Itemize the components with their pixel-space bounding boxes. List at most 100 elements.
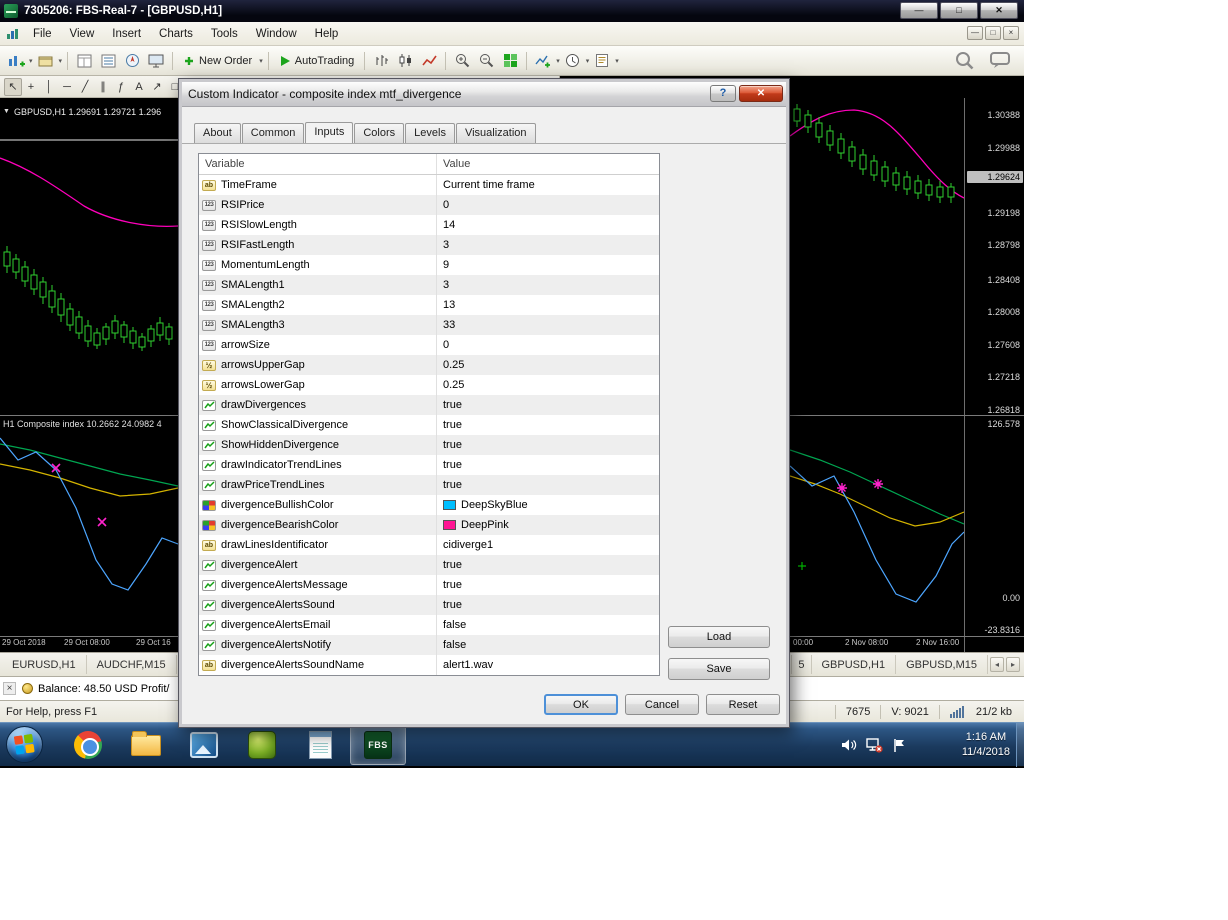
taskbar-chrome-button[interactable]: [60, 725, 116, 765]
ok-button[interactable]: OK: [544, 694, 618, 715]
column-value[interactable]: Value: [436, 154, 659, 174]
param-value-cell[interactable]: true: [436, 415, 659, 435]
load-button[interactable]: Load: [668, 626, 770, 648]
vertical-line-tool[interactable]: │: [40, 78, 58, 96]
periods-button[interactable]: [561, 49, 585, 73]
indicators-button[interactable]: [531, 49, 555, 73]
close-button[interactable]: ✕: [980, 2, 1018, 19]
zoom-out-button[interactable]: [474, 49, 498, 73]
param-row-arrowsuppergap[interactable]: ½ arrowsUpperGap 0.25: [199, 355, 659, 375]
param-row-divergencealertssoundname[interactable]: ab divergenceAlertsSoundName alert1.wav: [199, 655, 659, 675]
market-watch-button[interactable]: [72, 49, 96, 73]
param-row-divergencebearishcolor[interactable]: divergenceBearishColor DeepPink: [199, 515, 659, 535]
param-row-divergencealertsemail[interactable]: divergenceAlertsEmail false: [199, 615, 659, 635]
show-desktop-button[interactable]: [1016, 723, 1024, 767]
param-row-showclassicaldivergence[interactable]: ShowClassicalDivergence true: [199, 415, 659, 435]
indicators-caret[interactable]: ▾: [555, 57, 561, 65]
horizontal-line-tool[interactable]: ─: [58, 78, 76, 96]
templates-button[interactable]: [590, 49, 614, 73]
chart-tab-gbpusd-m15[interactable]: GBPUSD,M15: [896, 655, 988, 674]
menu-view[interactable]: View: [61, 25, 104, 43]
tile-windows-button[interactable]: [498, 49, 522, 73]
tabs-scroll-right-button[interactable]: ▸: [1006, 657, 1020, 672]
param-row-drawdivergences[interactable]: drawDivergences true: [199, 395, 659, 415]
channel-tool[interactable]: ∥: [94, 78, 112, 96]
param-value-cell[interactable]: false: [436, 635, 659, 655]
tab-about[interactable]: About: [194, 123, 241, 143]
profiles-caret[interactable]: ▾: [58, 57, 64, 65]
taskbar-fbs-button[interactable]: FBS: [350, 725, 406, 765]
tab-inputs[interactable]: Inputs: [305, 122, 354, 143]
param-value-cell[interactable]: alert1.wav: [436, 655, 659, 675]
child-close-button[interactable]: ×: [1003, 26, 1019, 40]
param-value-cell[interactable]: 0: [436, 195, 659, 215]
taskbar-green-app-button[interactable]: [234, 725, 290, 765]
param-value-cell[interactable]: 3: [436, 275, 659, 295]
tab-visualization[interactable]: Visualization: [455, 123, 536, 143]
chart-tab-partial[interactable]: 5: [791, 655, 812, 674]
menu-file[interactable]: File: [24, 25, 61, 43]
dialog-close-button[interactable]: ✕: [739, 85, 783, 102]
bar-chart-button[interactable]: [369, 49, 393, 73]
fibonacci-tool[interactable]: ƒ: [112, 78, 130, 96]
tab-levels[interactable]: Levels: [405, 123, 455, 143]
main-chart-right[interactable]: [790, 98, 964, 652]
cursor-tool[interactable]: ↖: [4, 77, 22, 96]
param-row-momentumlength[interactable]: 123 MomentumLength 9: [199, 255, 659, 275]
param-row-smalength3[interactable]: 123 SMALength3 33: [199, 315, 659, 335]
param-row-divergencealertsmessage[interactable]: divergenceAlertsMessage true: [199, 575, 659, 595]
new-order-caret[interactable]: ▾: [258, 57, 264, 65]
network-icon[interactable]: [866, 737, 883, 753]
maximize-button[interactable]: □: [940, 2, 978, 19]
candlestick-chart-button[interactable]: [393, 49, 417, 73]
one-click-trading-arrow[interactable]: ▼: [3, 108, 10, 115]
param-value-cell[interactable]: true: [436, 395, 659, 415]
action-center-flag-icon[interactable]: [892, 738, 906, 753]
new-chart-caret[interactable]: ▾: [28, 57, 34, 65]
param-row-timeframe[interactable]: ab TimeFrame Current time frame: [199, 175, 659, 195]
line-chart-button[interactable]: [417, 49, 441, 73]
new-chart-button[interactable]: [4, 49, 28, 73]
price-scale[interactable]: 1.30388 1.29988 1.29624 1.29198 1.28798 1.284…: [964, 98, 1024, 652]
dialog-help-button[interactable]: ?: [710, 85, 736, 102]
param-value-cell[interactable]: 0.25: [436, 375, 659, 395]
crosshair-tool[interactable]: +: [22, 78, 40, 96]
param-value-cell[interactable]: 3: [436, 235, 659, 255]
taskbar-explorer-button[interactable]: [118, 725, 174, 765]
param-value-cell[interactable]: 0: [436, 335, 659, 355]
param-value-cell[interactable]: 13: [436, 295, 659, 315]
menu-charts[interactable]: Charts: [150, 25, 202, 43]
profiles-button[interactable]: [34, 49, 58, 73]
param-value-cell[interactable]: 9: [436, 255, 659, 275]
param-row-arrowslowergap[interactable]: ½ arrowsLowerGap 0.25: [199, 375, 659, 395]
templates-caret[interactable]: ▾: [614, 57, 620, 65]
taskbar-notepad-button[interactable]: [292, 725, 348, 765]
search-icon[interactable]: [955, 51, 974, 70]
chart-tab-eurusd-h1[interactable]: EURUSD,H1: [2, 655, 87, 674]
menu-help[interactable]: Help: [306, 25, 348, 43]
tab-common[interactable]: Common: [241, 123, 305, 143]
param-row-drawindicatortrendlines[interactable]: drawIndicatorTrendLines true: [199, 455, 659, 475]
param-row-smalength2[interactable]: 123 SMALength2 13: [199, 295, 659, 315]
param-value-cell[interactable]: Current time frame: [436, 175, 659, 195]
param-row-rsiprice[interactable]: 123 RSIPrice 0: [199, 195, 659, 215]
zoom-in-button[interactable]: [450, 49, 474, 73]
menu-window[interactable]: Window: [247, 25, 306, 43]
save-button[interactable]: Save: [668, 658, 770, 680]
param-value-cell[interactable]: 33: [436, 315, 659, 335]
autotrading-button[interactable]: AutoTrading: [273, 53, 361, 69]
param-value-cell[interactable]: true: [436, 455, 659, 475]
param-value-cell[interactable]: true: [436, 435, 659, 455]
column-variable[interactable]: Variable: [199, 154, 436, 174]
dialog-titlebar[interactable]: Custom Indicator - composite index mtf_d…: [182, 82, 786, 107]
param-row-drawpricetrendlines[interactable]: drawPriceTrendLines true: [199, 475, 659, 495]
main-chart-left[interactable]: [0, 98, 178, 652]
param-value-cell[interactable]: DeepSkyBlue: [436, 495, 659, 515]
tabs-scroll-left-button[interactable]: ◂: [990, 657, 1004, 672]
arrow-tool[interactable]: ↗: [148, 78, 166, 96]
menu-insert[interactable]: Insert: [103, 25, 150, 43]
chart-tab-audchf-m15[interactable]: AUDCHF,M15: [87, 655, 177, 674]
text-tool[interactable]: A: [130, 78, 148, 96]
param-row-drawlinesidentificator[interactable]: ab drawLinesIdentificator cidiverge1: [199, 535, 659, 555]
child-restore-button[interactable]: □: [985, 26, 1001, 40]
